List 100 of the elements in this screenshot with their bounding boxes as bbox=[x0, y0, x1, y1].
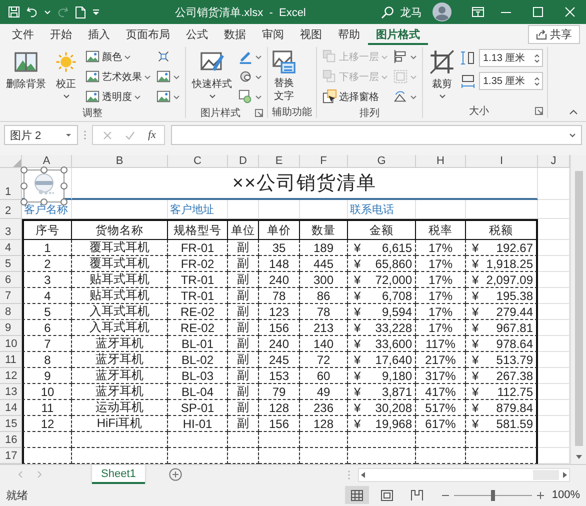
ribbon-button[interactable]: 颜色 bbox=[84, 47, 152, 66]
customize-caret-icon[interactable] bbox=[92, 8, 100, 16]
row-header[interactable]: 12 bbox=[0, 368, 22, 384]
ribbon-button[interactable]: 删除背景 bbox=[4, 47, 48, 93]
empty-cell[interactable] bbox=[348, 432, 416, 448]
collapse-ribbon-icon[interactable] bbox=[569, 109, 578, 115]
ribbon-tab[interactable]: 审阅 bbox=[254, 24, 292, 45]
save-icon[interactable] bbox=[8, 6, 20, 18]
vertical-scrollbar[interactable] bbox=[570, 155, 586, 464]
dialog-launcher-icon[interactable] bbox=[255, 109, 263, 117]
spinner-icon[interactable] bbox=[534, 76, 540, 86]
column-header[interactable]: A bbox=[22, 155, 72, 168]
ribbon-button[interactable]: 裁剪 bbox=[427, 47, 457, 101]
row-header[interactable]: 11 bbox=[0, 352, 22, 368]
view-button[interactable] bbox=[344, 486, 369, 504]
expand-icon[interactable] bbox=[569, 132, 577, 138]
empty-cell[interactable] bbox=[168, 432, 228, 448]
ribbon-display-icon[interactable] bbox=[472, 7, 484, 17]
scroll-thumb[interactable] bbox=[574, 171, 582, 446]
row-header[interactable]: 5 bbox=[0, 256, 22, 272]
sheet-tab[interactable]: Sheet1 bbox=[92, 465, 145, 484]
zoom-level[interactable]: 100% bbox=[552, 489, 580, 501]
empty-cell[interactable] bbox=[259, 432, 300, 448]
row-header[interactable]: 9 bbox=[0, 320, 22, 336]
row-header[interactable]: 4 bbox=[0, 240, 22, 256]
table-cell: 192.67 bbox=[496, 240, 533, 254]
ribbon-button[interactable]: 选择窗格 bbox=[321, 87, 389, 106]
search-icon[interactable] bbox=[381, 6, 394, 18]
column-header[interactable]: G bbox=[348, 155, 416, 168]
size-field[interactable]: 1.13 厘米 bbox=[479, 49, 543, 67]
empty-cell[interactable] bbox=[300, 432, 348, 448]
table-cell: FR-02 bbox=[168, 256, 228, 272]
ribbon-tab[interactable]: 页面布局 bbox=[118, 24, 178, 45]
ribbon-tab[interactable]: 数据 bbox=[216, 24, 254, 45]
empty-cell[interactable] bbox=[416, 432, 466, 448]
table-cell: 79 bbox=[259, 384, 300, 400]
column-header[interactable]: F bbox=[300, 155, 348, 168]
share-button[interactable]: 共享 bbox=[528, 25, 580, 44]
caret-icon bbox=[173, 94, 180, 100]
row-header[interactable]: 2 bbox=[0, 200, 22, 219]
row-header[interactable]: 6 bbox=[0, 272, 22, 288]
share-icon bbox=[536, 29, 547, 40]
row-header[interactable]: 8 bbox=[0, 304, 22, 320]
ribbon-tab[interactable]: 开始 bbox=[42, 24, 80, 45]
caret-icon[interactable] bbox=[44, 9, 51, 15]
scroll-right-icon[interactable] bbox=[561, 470, 569, 478]
row-header[interactable]: 10 bbox=[0, 336, 22, 352]
row-header[interactable]: 15 bbox=[0, 416, 22, 432]
table-cell: 513.79 bbox=[496, 352, 533, 366]
table-cell: 副 bbox=[228, 416, 259, 432]
maximize-icon[interactable] bbox=[533, 7, 543, 17]
scroll-left-icon[interactable] bbox=[359, 470, 367, 478]
column-header[interactable]: B bbox=[72, 155, 168, 168]
column-header[interactable]: D bbox=[228, 155, 259, 168]
table-cell: 128 bbox=[259, 400, 300, 416]
ribbon-button[interactable]: 透明度 bbox=[84, 87, 152, 106]
ribbon-tab[interactable]: 公式 bbox=[178, 24, 216, 45]
ribbon-button[interactable]: 替换文字 bbox=[272, 47, 296, 105]
ribbon-button[interactable]: 快速样式 bbox=[190, 47, 234, 101]
zoom-in-icon[interactable] bbox=[536, 492, 544, 498]
dialog-launcher-icon[interactable] bbox=[535, 107, 543, 115]
spinner-icon[interactable] bbox=[534, 52, 540, 64]
undo-icon[interactable] bbox=[26, 6, 38, 18]
ribbon-button[interactable]: 艺术效果 bbox=[84, 67, 152, 86]
formula-field[interactable] bbox=[170, 125, 582, 145]
empty-cell[interactable] bbox=[228, 432, 259, 448]
row-header[interactable]: 17 bbox=[0, 448, 22, 464]
add-sheet-icon[interactable] bbox=[168, 468, 182, 481]
name-box[interactable]: 图片 2 bbox=[4, 125, 78, 145]
table-cell: 12 bbox=[22, 416, 72, 432]
column-header[interactable]: C bbox=[168, 155, 228, 168]
slider-thumb[interactable] bbox=[490, 490, 495, 500]
column-header[interactable]: J bbox=[538, 155, 570, 168]
row-header[interactable]: 1 bbox=[0, 168, 22, 200]
size-field[interactable]: 1.35 厘米 bbox=[479, 72, 543, 90]
column-header[interactable]: I bbox=[466, 155, 538, 168]
table-cell: 72,000 bbox=[375, 272, 412, 286]
ribbon-button[interactable] bbox=[392, 47, 418, 66]
ribbon-tab[interactable]: 插入 bbox=[80, 24, 118, 45]
ribbon-tab[interactable]: 文件 bbox=[4, 24, 42, 45]
ribbon-tab[interactable]: 视图 bbox=[292, 24, 330, 45]
redo-icon bbox=[57, 6, 69, 18]
horizontal-scrollbar[interactable] bbox=[358, 468, 570, 482]
avatar-icon[interactable] bbox=[432, 2, 452, 22]
row-header[interactable]: 16 bbox=[0, 432, 22, 448]
group-label: 辅助功能 bbox=[272, 106, 312, 119]
new-file-icon[interactable] bbox=[75, 6, 86, 18]
row-header[interactable]: 14 bbox=[0, 400, 22, 416]
empty-cell[interactable] bbox=[466, 432, 538, 448]
column-header[interactable]: H bbox=[416, 155, 466, 168]
column-header[interactable]: E bbox=[259, 155, 300, 168]
ribbon-tab[interactable]: 帮助 bbox=[330, 24, 368, 45]
empty-cell[interactable] bbox=[72, 432, 168, 448]
row-header[interactable]: 3 bbox=[0, 219, 22, 240]
row-header[interactable]: 13 bbox=[0, 384, 22, 400]
ribbon-button[interactable]: 校正 bbox=[51, 47, 81, 101]
row-header[interactable]: 7 bbox=[0, 288, 22, 304]
ribbon-button[interactable] bbox=[237, 87, 263, 106]
close-icon[interactable] bbox=[565, 7, 575, 17]
insert-function-button[interactable]: fx bbox=[148, 129, 156, 141]
